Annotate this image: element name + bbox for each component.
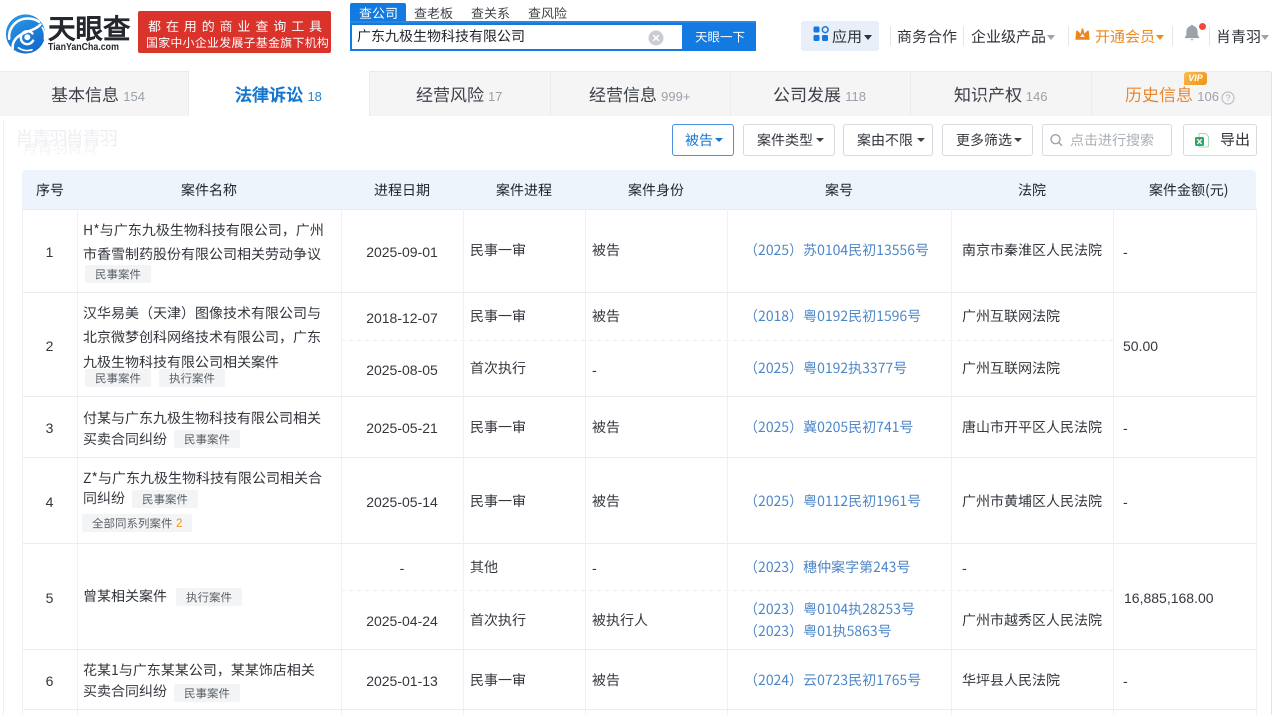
svg-text:?: ? [1225, 93, 1230, 103]
